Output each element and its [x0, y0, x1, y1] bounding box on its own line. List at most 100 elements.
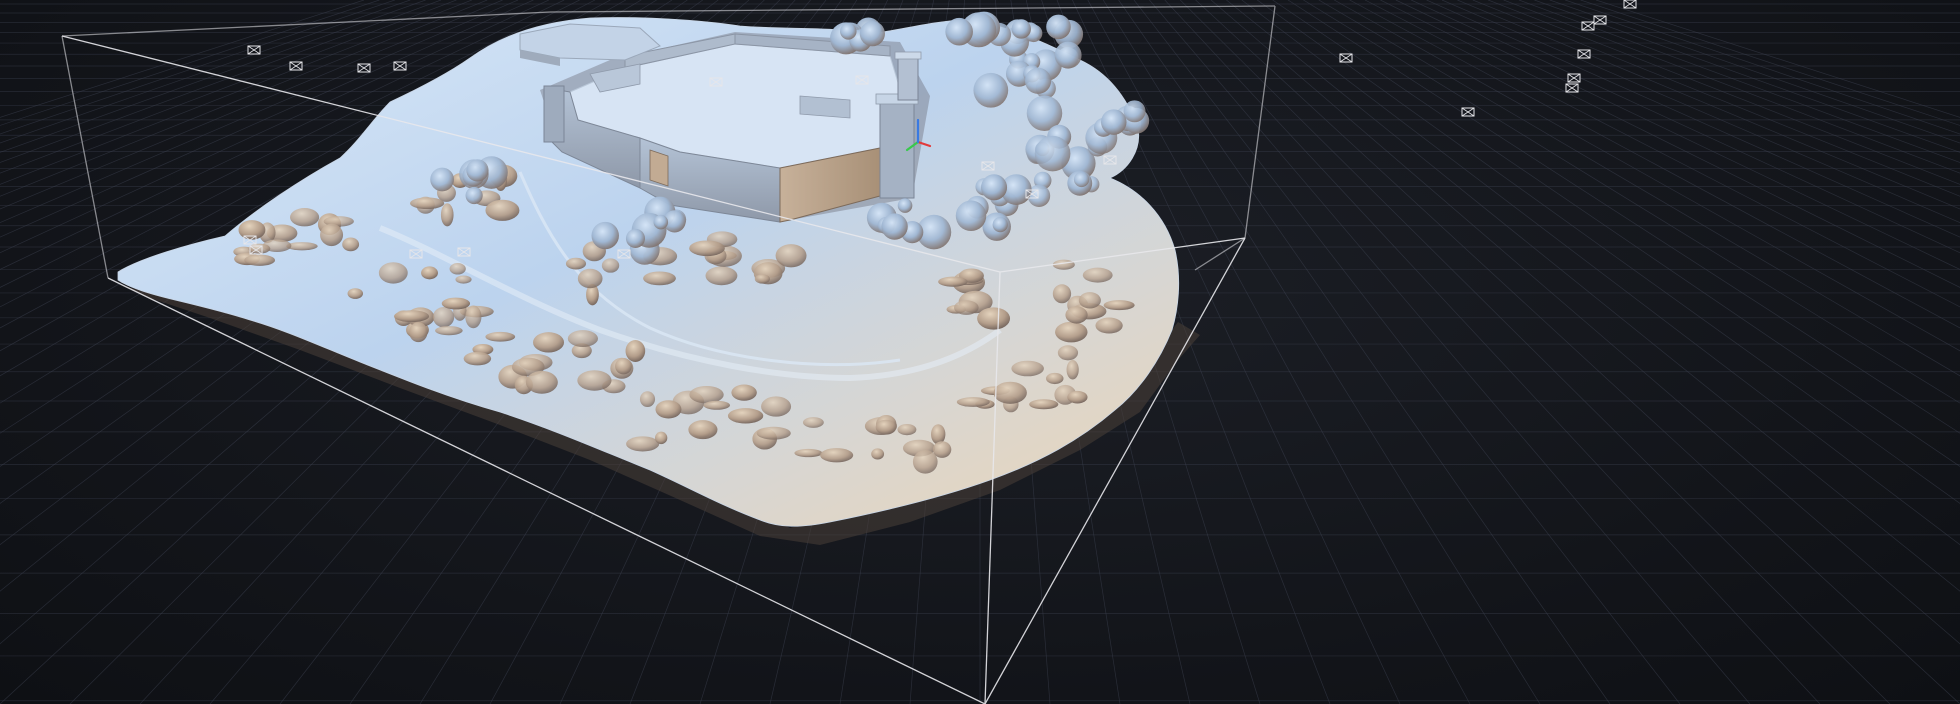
tree-canopy: [973, 72, 1009, 108]
shrub: [601, 258, 620, 273]
shrub: [577, 268, 603, 289]
camera-frustum-icon[interactable]: [247, 45, 261, 55]
shrub: [1055, 321, 1088, 343]
shrub: [1052, 284, 1072, 304]
shrub: [775, 244, 807, 268]
shrub: [655, 400, 682, 419]
shrub: [441, 297, 471, 310]
tree-canopy: [1024, 67, 1052, 94]
shrub: [577, 370, 612, 391]
shrub: [525, 370, 558, 394]
shrub: [993, 381, 1027, 404]
shrub: [342, 237, 360, 252]
camera-frustum-icon[interactable]: [1565, 83, 1579, 93]
shrub: [533, 332, 565, 353]
shrub: [615, 357, 632, 375]
shrub: [731, 384, 757, 401]
tree-canopy: [653, 214, 669, 230]
shrub: [688, 420, 718, 440]
shrub: [897, 423, 917, 436]
shrub: [956, 397, 990, 407]
shrub: [703, 400, 731, 410]
tree-canopy: [945, 17, 973, 46]
shrub: [875, 419, 897, 435]
shrub: [378, 262, 408, 284]
shrub: [410, 197, 445, 210]
shrub: [689, 240, 725, 257]
tree-canopy: [430, 167, 455, 192]
scene-canvas[interactable]: [0, 0, 1960, 704]
shrub: [565, 257, 587, 270]
tree-canopy: [1034, 135, 1071, 172]
shrub: [244, 254, 276, 266]
shrub: [820, 448, 854, 463]
shrub: [449, 263, 466, 275]
shrub: [290, 208, 320, 227]
shrub: [1011, 360, 1044, 377]
tree-canopy: [1101, 109, 1127, 135]
shrub: [463, 351, 492, 366]
shrub: [802, 417, 824, 428]
3d-viewport[interactable]: [0, 0, 1960, 704]
shrub: [1057, 345, 1079, 361]
shrub: [643, 271, 676, 286]
shrub: [912, 449, 938, 474]
shrub: [954, 300, 979, 315]
tree-canopy: [591, 221, 619, 250]
bounding-box-edge: [549, 5, 1276, 13]
shrub: [761, 396, 792, 417]
shrub: [1066, 360, 1079, 380]
shrub: [485, 331, 516, 342]
shrub: [435, 326, 463, 336]
tree-canopy: [625, 228, 646, 248]
shrub: [977, 307, 1011, 330]
tree-canopy: [881, 213, 908, 240]
shrub: [871, 448, 885, 460]
shrub: [625, 340, 646, 362]
shrub: [485, 199, 520, 221]
shrub: [421, 266, 438, 280]
shrub: [626, 436, 660, 452]
shrub: [705, 266, 738, 286]
tree-canopy: [1046, 14, 1071, 40]
tree-canopy: [897, 198, 913, 213]
camera-frustum-icon[interactable]: [1581, 21, 1595, 31]
shrub: [567, 330, 598, 348]
shrub: [639, 391, 656, 407]
shrub: [238, 220, 266, 240]
shrub: [756, 426, 791, 440]
tree-canopy: [465, 186, 483, 205]
shrub: [409, 322, 428, 343]
shrub: [1078, 292, 1101, 309]
tree-canopy: [955, 200, 987, 232]
tree-canopy: [840, 23, 857, 40]
shrub: [455, 275, 472, 284]
shrub: [320, 223, 344, 247]
shrub: [465, 305, 482, 329]
tree-canopy: [1123, 100, 1146, 123]
shrub: [1095, 317, 1123, 334]
tree-canopy: [466, 159, 489, 182]
shrub: [393, 310, 430, 323]
tree-canopy: [980, 174, 1008, 201]
shrub: [440, 203, 454, 227]
tree-canopy: [859, 21, 885, 47]
bounding-box-edge: [61, 35, 109, 279]
shrub: [1065, 306, 1088, 324]
tree-canopy: [992, 216, 1008, 233]
shrub: [655, 431, 668, 445]
shrub: [689, 385, 724, 404]
shrub: [1082, 267, 1113, 283]
bounding-box-edge: [1244, 5, 1276, 239]
shrub: [727, 408, 764, 424]
shrub: [1103, 300, 1135, 311]
shrub: [432, 306, 455, 328]
tree-canopy: [1054, 41, 1082, 69]
tree-canopy: [1011, 19, 1031, 39]
shrub: [794, 448, 823, 458]
camera-frustum-icon[interactable]: [1339, 53, 1353, 63]
shrub: [347, 288, 364, 299]
shrub: [754, 274, 770, 284]
shrub: [1029, 399, 1059, 410]
camera-frustum-icon[interactable]: [1461, 107, 1475, 117]
